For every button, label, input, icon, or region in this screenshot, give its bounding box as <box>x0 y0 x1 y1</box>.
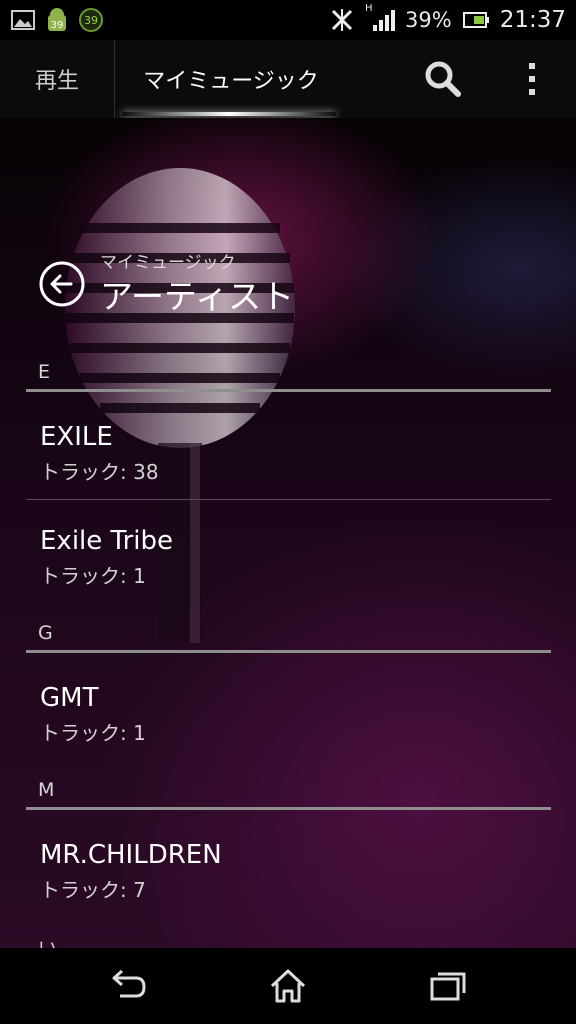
notif-badge-2: 39 <box>84 14 98 27</box>
status-bar: 39 39 H 39% 21:37 <box>0 0 576 40</box>
search-icon[interactable] <box>420 56 466 102</box>
track-count: トラック: 38 <box>40 460 159 484</box>
artist-name: GMT <box>40 683 99 713</box>
section-letter-partial: い <box>38 934 57 948</box>
track-count: トラック: 7 <box>40 878 146 902</box>
section-letter: G <box>38 622 53 644</box>
page-title: アーティスト <box>100 277 295 316</box>
section-header-m: M <box>26 773 551 810</box>
track-count: トラック: 1 <box>40 721 146 745</box>
artist-name: Exile Tribe <box>40 526 173 556</box>
signal-type: H <box>365 3 373 14</box>
track-count: トラック: 1 <box>40 564 146 588</box>
back-nav-icon[interactable] <box>106 966 150 1006</box>
section-divider <box>26 807 551 810</box>
notif-badge-1: 39 <box>51 20 64 31</box>
artist-row[interactable]: GMT トラック: 1 <box>26 657 551 761</box>
gallery-icon <box>11 10 35 30</box>
section-divider <box>26 650 551 653</box>
page-header: マイミュージック アーティスト <box>38 248 558 328</box>
tab-play[interactable]: 再生 <box>0 40 115 118</box>
tab-bar: 再生 マイミュージック <box>0 40 576 118</box>
back-icon[interactable] <box>38 260 86 308</box>
android-update-icon: 39 <box>48 8 66 31</box>
bluetooth-nfc-icon <box>331 9 353 31</box>
battery-icon <box>462 12 489 28</box>
clock: 21:37 <box>499 7 566 33</box>
artist-name: EXILE <box>40 422 113 452</box>
section-divider <box>26 389 551 392</box>
section-letter: M <box>38 779 55 801</box>
section-header-e: E <box>26 355 551 392</box>
update-count-badge: 39 <box>79 8 103 32</box>
battery-percent: 39% <box>405 8 452 32</box>
artist-list-screen: マイミュージック アーティスト E EXILE トラック: 38 Exile T… <box>0 118 576 948</box>
tab-my-music[interactable]: マイミュージック <box>116 40 346 118</box>
artist-row[interactable]: MR.CHILDREN トラック: 7 <box>26 814 551 918</box>
section-header-g: G <box>26 616 551 653</box>
home-icon[interactable] <box>266 966 310 1006</box>
navigation-bar <box>0 948 576 1024</box>
active-tab-indicator <box>122 112 336 116</box>
artist-name: MR.CHILDREN <box>40 840 222 870</box>
section-letter: E <box>38 361 51 383</box>
artist-row[interactable]: EXILE トラック: 38 <box>26 396 551 500</box>
recent-apps-icon[interactable] <box>426 966 470 1006</box>
signal-icon: H <box>365 3 396 33</box>
artist-row[interactable]: Exile Tribe トラック: 1 <box>26 500 551 604</box>
overflow-menu-icon[interactable] <box>512 56 552 102</box>
